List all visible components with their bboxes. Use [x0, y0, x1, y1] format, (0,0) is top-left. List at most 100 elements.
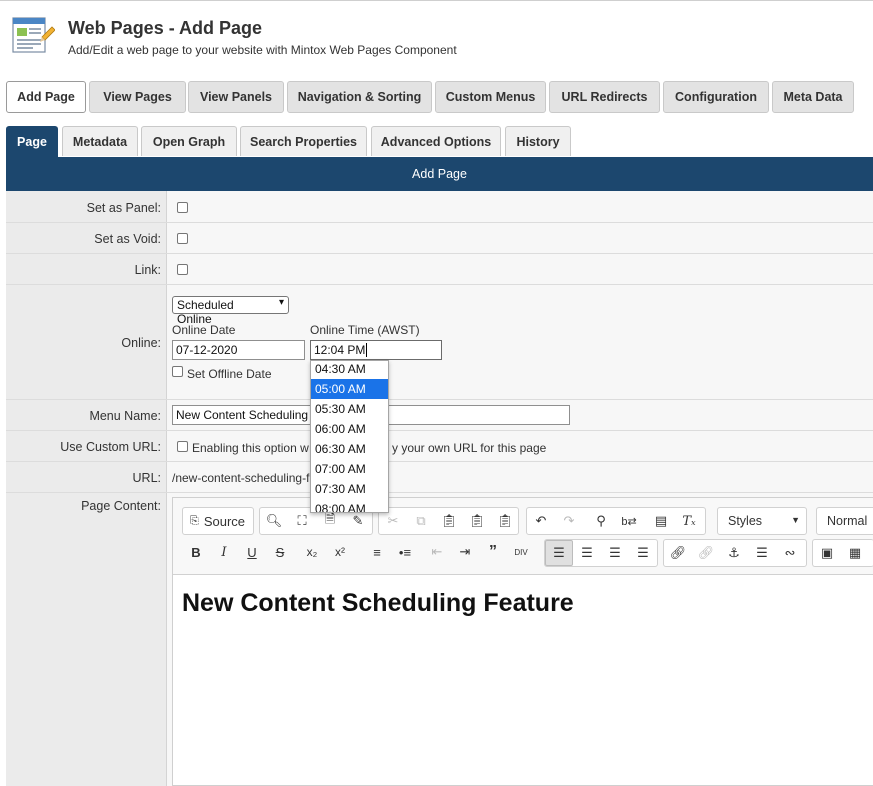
paragraph-group: ≡ •≡ ⇤ ⇥ ” DIV: [363, 539, 539, 567]
top-border: [0, 0, 873, 1]
styles-dropdown[interactable]: Styles ▼: [717, 507, 807, 535]
justify-icon[interactable]: ☰: [629, 540, 657, 566]
tab-advanced-options[interactable]: Advanced Options: [371, 126, 501, 156]
time-option[interactable]: 05:30 AM: [311, 399, 388, 419]
source-icon: ⎘: [190, 514, 199, 527]
links-group: 🔗︎ 🔗︎ ⚓︎ ☰ ∾: [663, 539, 807, 567]
set-offline-date-checkbox[interactable]: [172, 366, 183, 377]
select-all-icon[interactable]: ▤: [647, 508, 675, 534]
online-status-select[interactable]: Scheduled Online ▾: [172, 296, 289, 326]
nav-meta-data-button[interactable]: Meta Data: [772, 81, 854, 113]
row-online: Online: Scheduled Online ▾ Online Date 0…: [6, 285, 873, 400]
tab-search-properties[interactable]: Search Properties: [240, 126, 367, 156]
source-button[interactable]: ⎘ Source: [183, 508, 253, 534]
replace-icon[interactable]: b⇄: [615, 508, 643, 534]
time-option[interactable]: 07:00 AM: [311, 459, 388, 479]
page-subtitle: Add/Edit a web page to your website with…: [68, 43, 457, 57]
find-icon[interactable]: ⚲: [587, 508, 615, 534]
online-time-input[interactable]: 12:04 PM: [310, 340, 442, 360]
set-as-panel-label: Set as Panel:: [6, 191, 167, 222]
row-set-as-panel: Set as Panel:: [6, 191, 873, 223]
time-option[interactable]: 06:30 AM: [311, 439, 388, 459]
page-title: Web Pages - Add Page: [68, 18, 263, 38]
create-div-icon[interactable]: DIV: [507, 539, 535, 565]
image-icon[interactable]: ▣: [813, 540, 841, 566]
time-option[interactable]: 06:00 AM: [311, 419, 388, 439]
copy-icon[interactable]: ⧉: [407, 508, 435, 534]
nav-navigation-sorting-button[interactable]: Navigation & Sorting: [287, 81, 432, 113]
remove-format-icon[interactable]: Tₓ: [675, 508, 703, 534]
row-url: URL: /new-content-scheduling-f: [6, 462, 873, 493]
underline-icon[interactable]: U: [238, 539, 266, 565]
preview-icon[interactable]: 🔍︎: [260, 508, 288, 534]
time-option[interactable]: 08:00 AM: [311, 499, 388, 512]
subscript-icon[interactable]: x₂: [298, 539, 326, 565]
tab-history[interactable]: History: [505, 126, 571, 156]
table-icon[interactable]: ▦: [841, 540, 869, 566]
editor-content-area[interactable]: New Content Scheduling Feature: [173, 574, 873, 785]
chevron-down-icon: ▼: [791, 515, 800, 525]
format-dropdown[interactable]: Normal: [816, 507, 873, 535]
url-value: /new-content-scheduling-f: [172, 471, 310, 485]
online-status-value: Scheduled Online: [177, 298, 234, 326]
undo-icon[interactable]: ↶: [527, 508, 555, 534]
alignment-group: ☰ ☰ ☰ ☰: [544, 539, 658, 567]
paste-text-icon[interactable]: 📋︎: [463, 508, 491, 534]
align-right-icon[interactable]: ☰: [601, 540, 629, 566]
tab-open-graph[interactable]: Open Graph: [141, 126, 237, 156]
time-option-selected[interactable]: 05:00 AM: [311, 379, 388, 399]
bold-icon[interactable]: B: [182, 539, 210, 565]
indent-icon[interactable]: ⇥: [451, 539, 479, 565]
italic-icon[interactable]: I: [210, 539, 238, 565]
tab-metadata[interactable]: Metadata: [62, 126, 138, 156]
nav-configuration-button[interactable]: Configuration: [663, 81, 769, 113]
set-offline-date-label: Set Offline Date: [187, 367, 272, 381]
set-as-panel-checkbox[interactable]: [177, 202, 188, 213]
time-option[interactable]: 04:30 AM: [311, 361, 388, 379]
format-label: Normal: [827, 514, 868, 528]
unlink-icon[interactable]: 🔗︎: [692, 540, 720, 566]
set-as-void-checkbox[interactable]: [177, 233, 188, 244]
styles-label: Styles: [728, 514, 763, 528]
strikethrough-icon[interactable]: S: [266, 539, 294, 565]
editing-group: ↶ ↷ ⚲ b⇄ ▤ Tₓ: [526, 507, 706, 535]
online-time-value: 12:04 PM: [314, 343, 366, 357]
numbered-list-icon[interactable]: ≡: [363, 539, 391, 565]
set-as-void-label: Set as Void:: [6, 223, 167, 253]
time-option[interactable]: 07:30 AM: [311, 479, 388, 499]
nav-view-pages-button[interactable]: View Pages: [89, 81, 186, 113]
online-time-label: Online Time (AWST): [310, 323, 420, 337]
online-date-label: Online Date: [172, 323, 236, 337]
row-use-custom-url: Use Custom URL: Enabling this option w y…: [6, 431, 873, 462]
paste-word-icon[interactable]: 📋︎: [491, 508, 519, 534]
chevron-down-icon: ▾: [278, 297, 284, 308]
row-link: Link:: [6, 254, 873, 285]
online-label: Online:: [6, 285, 167, 399]
tab-page[interactable]: Page: [6, 126, 58, 157]
nav-view-panels-button[interactable]: View Panels: [188, 81, 284, 113]
use-custom-url-checkbox[interactable]: [177, 441, 188, 452]
content-heading[interactable]: New Content Scheduling Feature: [182, 589, 574, 618]
link-checkbox[interactable]: [177, 264, 188, 275]
layers-icon[interactable]: ☰: [748, 540, 776, 566]
basic-styles-group: B I U S x₂ x²: [182, 539, 358, 567]
redo-icon[interactable]: ↷: [555, 508, 583, 534]
paste-icon[interactable]: 📋︎: [435, 508, 463, 534]
link-icon[interactable]: 🔗︎: [664, 540, 692, 566]
nav-add-page-button[interactable]: Add Page: [6, 81, 86, 113]
outdent-icon[interactable]: ⇤: [423, 539, 451, 565]
superscript-icon[interactable]: x²: [326, 539, 354, 565]
nav-url-redirects-button[interactable]: URL Redirects: [549, 81, 660, 113]
online-time-dropdown[interactable]: 04:30 AM 05:00 AM 05:30 AM 06:00 AM 06:3…: [310, 360, 389, 513]
blockquote-icon[interactable]: ”: [479, 539, 507, 565]
online-date-input[interactable]: 07-12-2020: [172, 340, 305, 360]
use-custom-url-label: Use Custom URL:: [6, 431, 167, 461]
url-label: URL:: [6, 462, 167, 492]
nav-custom-menus-button[interactable]: Custom Menus: [435, 81, 546, 113]
bulleted-list-icon[interactable]: •≡: [391, 539, 419, 565]
rss-icon[interactable]: ∾: [776, 540, 804, 566]
insert-group: ▣ ▦: [812, 539, 873, 567]
align-left-icon[interactable]: ☰: [545, 540, 573, 566]
anchor-icon[interactable]: ⚓︎: [720, 540, 748, 566]
align-center-icon[interactable]: ☰: [573, 540, 601, 566]
